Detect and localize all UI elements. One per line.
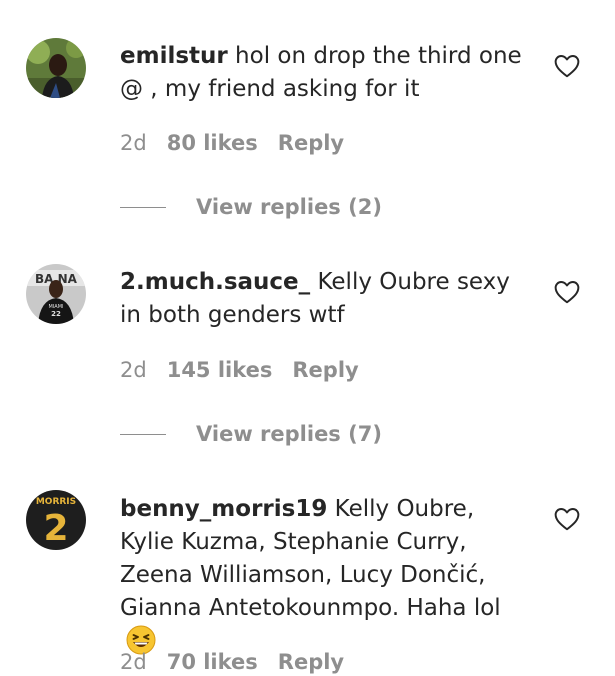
avatar[interactable]: MORRIS 2 xyxy=(26,490,86,550)
comment-body: emilstur hol on drop the third one @ , m… xyxy=(120,40,532,106)
comment-time: 2d xyxy=(120,650,147,674)
comment-username[interactable]: emilstur xyxy=(120,43,228,69)
comment-meta: 2d 80 likes Reply xyxy=(120,131,364,155)
comment-time: 2d xyxy=(120,131,147,155)
like-heart-icon[interactable] xyxy=(554,280,582,306)
comment-body: 2.much.sauce_ Kelly Oubre sexy in both g… xyxy=(120,266,532,332)
avatar-jersey-number: 22 xyxy=(51,310,61,318)
avatar-photo: BA NA MIAMI 22 xyxy=(26,264,86,324)
view-replies-button[interactable]: View replies (2) xyxy=(120,195,382,219)
avatar[interactable]: BA NA MIAMI 22 xyxy=(26,264,86,324)
comment-username[interactable]: 2.much.sauce_ xyxy=(120,269,310,295)
view-replies-button[interactable]: View replies (7) xyxy=(120,422,382,446)
comment-body: benny_morris19 Kelly Oubre, Kylie Kuzma,… xyxy=(120,493,532,659)
comment-likes[interactable]: 80 likes xyxy=(167,131,258,155)
comment-time: 2d xyxy=(120,358,147,382)
reply-button[interactable]: Reply xyxy=(278,650,344,674)
comment-username[interactable]: benny_morris19 xyxy=(120,496,327,522)
avatar-jersey-number: 2 xyxy=(43,508,68,549)
comment-likes[interactable]: 145 likes xyxy=(167,358,273,382)
comment-meta: 2d 70 likes Reply xyxy=(120,650,364,674)
reply-button[interactable]: Reply xyxy=(292,358,358,382)
replies-divider xyxy=(120,433,166,435)
comment-likes[interactable]: 70 likes xyxy=(167,650,258,674)
avatar[interactable] xyxy=(26,38,86,98)
replies-divider xyxy=(120,206,166,208)
reply-button[interactable]: Reply xyxy=(278,131,344,155)
like-heart-icon[interactable] xyxy=(554,54,582,80)
view-replies-label: View replies (2) xyxy=(196,195,382,219)
avatar-jersey-name: MORRIS xyxy=(36,497,76,507)
comment-meta: 2d 145 likes Reply xyxy=(120,358,379,382)
avatar-photo: MORRIS 2 xyxy=(26,490,86,550)
avatar-photo xyxy=(26,38,86,98)
view-replies-label: View replies (7) xyxy=(196,422,382,446)
like-heart-icon[interactable] xyxy=(554,507,582,533)
